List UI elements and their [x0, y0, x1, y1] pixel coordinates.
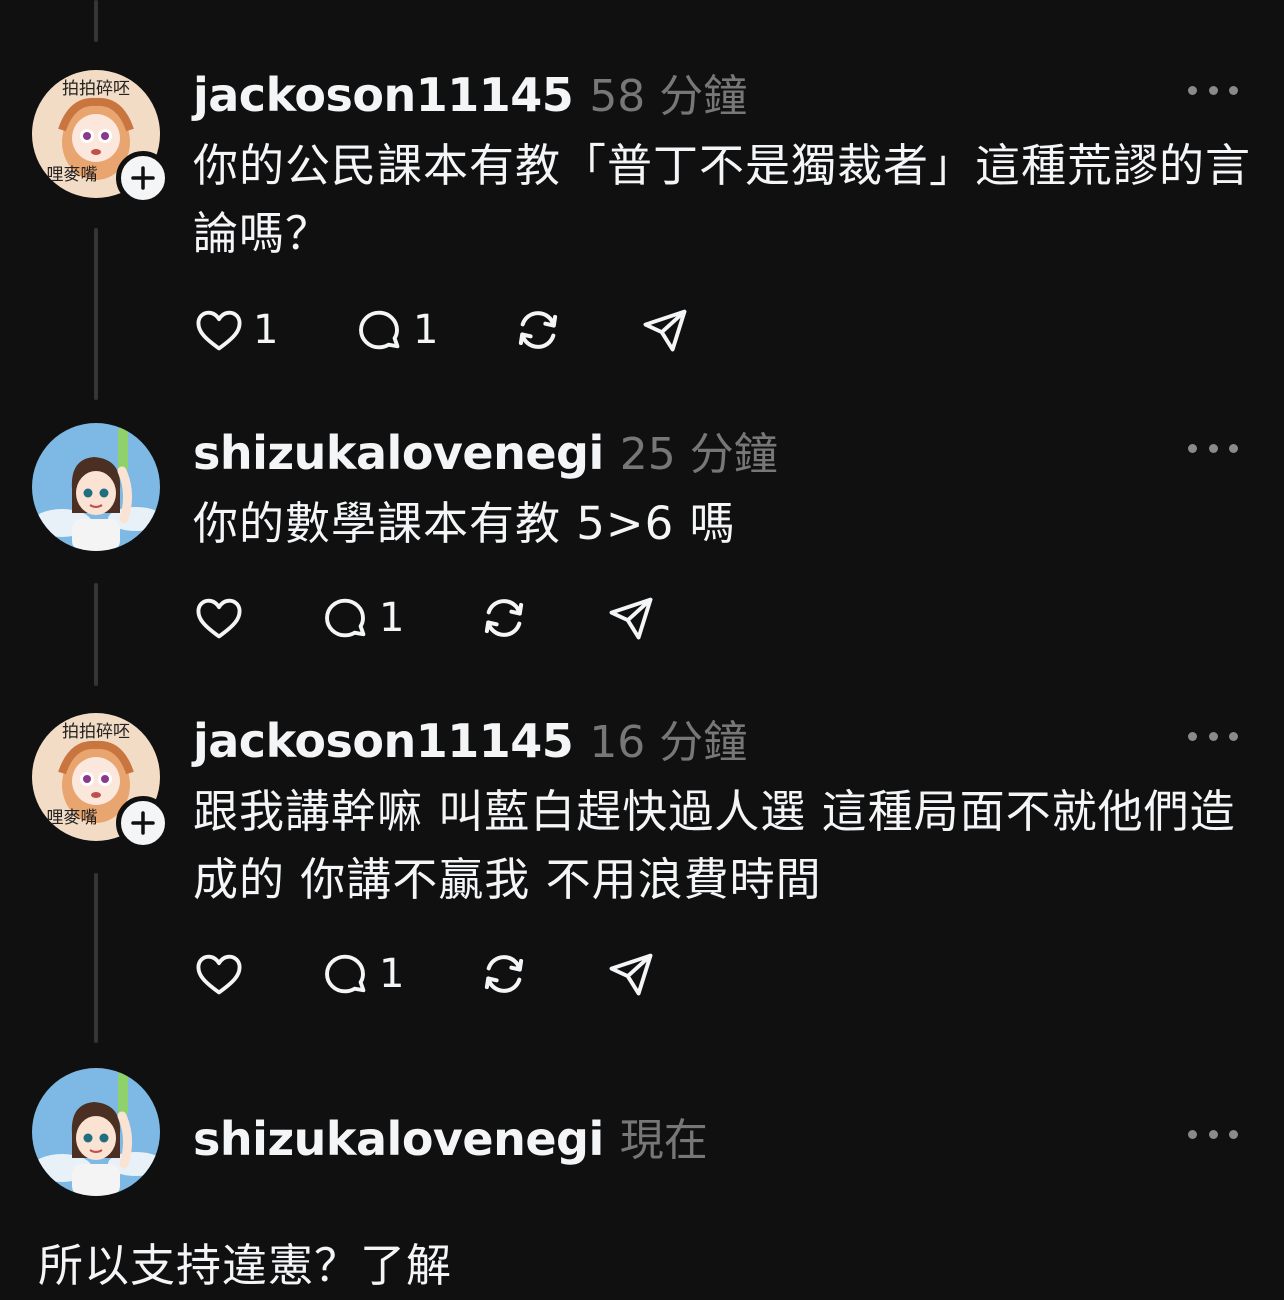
timestamp: 58 分鐘	[589, 71, 748, 122]
comment-header: jackoson11145 16 分鐘	[193, 706, 747, 770]
like-button[interactable]	[193, 946, 245, 1002]
share-icon	[643, 309, 687, 352]
share-icon	[609, 597, 653, 640]
comment-header: shizukalovenegi 25 分鐘	[193, 418, 778, 482]
svg-text:哩麥嘴: 哩麥嘴	[47, 165, 98, 185]
thread-line	[94, 873, 98, 1043]
svg-text:哩麥嘴: 哩麥嘴	[47, 808, 98, 828]
username[interactable]: shizukalovenegi	[193, 1112, 604, 1166]
heart-icon	[196, 598, 242, 639]
reply-input[interactable]: 所以支持違憲？了解	[38, 1232, 452, 1300]
share-button[interactable]	[639, 302, 691, 358]
reply-count: 1	[379, 951, 405, 997]
username[interactable]: shizukalovenegi	[193, 426, 604, 480]
repost-icon	[484, 599, 524, 637]
share-icon	[609, 953, 653, 996]
reply-count: 1	[379, 595, 405, 641]
thread-line	[94, 0, 98, 42]
more-icon[interactable]	[1188, 80, 1238, 100]
avatar-shizuka[interactable]	[32, 423, 160, 551]
comment-text: 你的數學課本有教 5>6 嗎	[193, 497, 736, 550]
like-button[interactable]	[193, 590, 245, 646]
more-icon[interactable]	[1188, 1124, 1238, 1144]
more-icon[interactable]	[1188, 438, 1238, 458]
plus-icon	[131, 811, 155, 835]
reply-button[interactable]: 1	[319, 946, 404, 1002]
comment-header: shizukalovenegi 現在	[193, 1104, 708, 1168]
follow-button[interactable]	[116, 796, 170, 850]
timestamp: 現在	[619, 1115, 708, 1166]
heart-icon	[196, 954, 242, 995]
share-button[interactable]	[605, 946, 657, 1002]
svg-text:拍拍碎呸: 拍拍碎呸	[62, 79, 130, 99]
thread-line	[94, 228, 98, 400]
username[interactable]: jackoson11145	[193, 68, 574, 122]
plus-icon	[131, 166, 155, 190]
svg-text:拍拍碎呸: 拍拍碎呸	[62, 722, 130, 742]
repost-icon	[484, 955, 524, 993]
repost-button[interactable]	[477, 946, 531, 1002]
comment-icon	[325, 954, 366, 994]
timestamp: 25 分鐘	[619, 429, 778, 480]
thread-line	[94, 583, 98, 686]
comment-icon	[325, 598, 366, 638]
follow-button[interactable]	[116, 151, 170, 205]
timestamp: 16 分鐘	[589, 717, 748, 768]
like-count: 1	[253, 307, 279, 353]
avatar-shizuka[interactable]	[32, 1068, 160, 1196]
heart-icon	[196, 310, 242, 351]
username[interactable]: jackoson11145	[193, 714, 574, 768]
repost-icon	[518, 311, 558, 349]
more-icon[interactable]	[1188, 726, 1238, 746]
comment-header: jackoson11145 58 分鐘	[193, 60, 747, 124]
reply-button[interactable]: 1	[319, 590, 404, 646]
like-button[interactable]: 1	[193, 302, 278, 358]
reply-count: 1	[413, 307, 439, 353]
repost-button[interactable]	[511, 302, 565, 358]
comment-icon	[359, 310, 400, 350]
share-button[interactable]	[605, 590, 657, 646]
reply-button[interactable]: 1	[353, 302, 438, 358]
comment-text: 跟我講幹嘛 叫藍白趕快過人選 這種局面不就他們造成的 你講不贏我 不用浪費時間	[193, 785, 1236, 906]
repost-button[interactable]	[477, 590, 531, 646]
comment-text: 你的公民課本有教「普丁不是獨裁者」這種荒謬的言論嗎？	[193, 139, 1252, 260]
